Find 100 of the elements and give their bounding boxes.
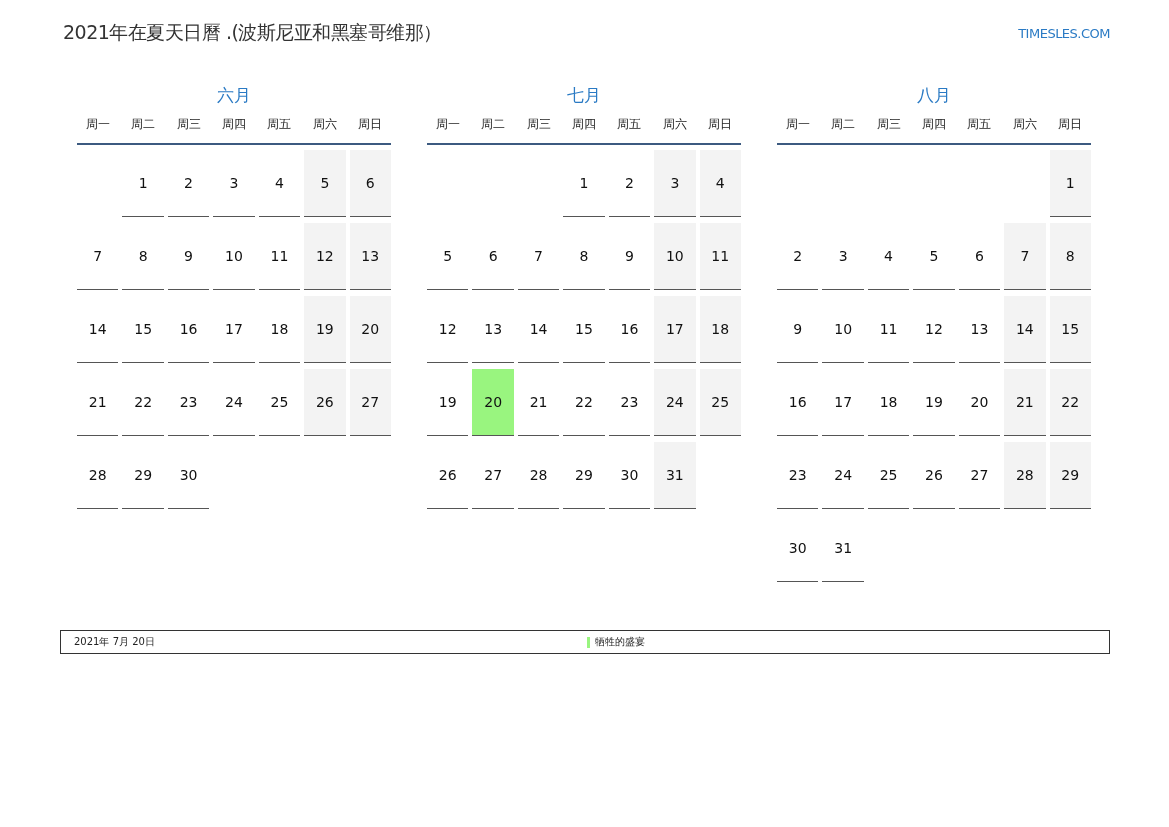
day-cell: 27 xyxy=(472,442,514,509)
weekday-label: 周五 xyxy=(616,115,643,133)
day-cell: 1 xyxy=(1049,150,1091,217)
day-cell: 7 xyxy=(77,223,119,290)
day-cell: 26 xyxy=(913,442,955,509)
day-cell: 16 xyxy=(777,369,819,436)
day-cell: 9 xyxy=(167,223,210,290)
day-cell: 4 xyxy=(258,150,301,217)
day-cell: 11 xyxy=(258,223,301,290)
day-cell: 14 xyxy=(77,296,119,363)
day-cell: 25 xyxy=(699,369,741,436)
day-cell: 5 xyxy=(304,150,346,217)
weekday-label: 周六 xyxy=(661,115,688,133)
day-cell: 28 xyxy=(77,442,119,509)
day-cell: 17 xyxy=(822,369,864,436)
day-cell: 28 xyxy=(517,442,560,509)
weekday-label: 周日 xyxy=(1057,115,1084,133)
day-cell: 6 xyxy=(958,223,1001,290)
day-cell: 8 xyxy=(122,223,164,290)
weekday-label: 周六 xyxy=(1011,115,1038,133)
day-cell: 16 xyxy=(608,296,651,363)
day-cell: 19 xyxy=(304,296,346,363)
day-cell: 5 xyxy=(913,223,955,290)
holiday-date: 2021年 7月 20日 xyxy=(74,635,156,649)
weekday-label: 周五 xyxy=(266,115,293,133)
page-title: 2021年在夏天日曆 .(波斯尼亚和黑塞哥维那） xyxy=(63,20,442,45)
day-cell: 6 xyxy=(472,223,514,290)
day-cell: 15 xyxy=(563,296,605,363)
day-cell: 9 xyxy=(777,296,819,363)
day-cell: 17 xyxy=(654,296,696,363)
day-cell: 30 xyxy=(777,515,819,582)
day-cell: 11 xyxy=(699,223,741,290)
day-cell: 2 xyxy=(608,150,651,217)
weekday-label: 周一 xyxy=(784,115,811,133)
day-cell: 24 xyxy=(822,442,864,509)
day-cell: 30 xyxy=(608,442,651,509)
day-cell: 4 xyxy=(867,223,910,290)
day-cell: 18 xyxy=(867,369,910,436)
day-cell: 18 xyxy=(699,296,741,363)
day-cell: 2 xyxy=(777,223,819,290)
day-cell: 21 xyxy=(517,369,560,436)
site-logo[interactable]: TIMESLES.COM xyxy=(1018,25,1110,41)
day-cell: 10 xyxy=(822,296,864,363)
day-cell: 9 xyxy=(608,223,651,290)
weekday-label: 周三 xyxy=(875,115,902,133)
day-cell: 5 xyxy=(427,223,469,290)
weekday-label: 周二 xyxy=(480,115,507,133)
day-cell: 24 xyxy=(213,369,255,436)
day-cell: 13 xyxy=(349,223,391,290)
day-cell: 2 xyxy=(167,150,210,217)
weekday-label: 周日 xyxy=(707,115,734,133)
day-cell: 7 xyxy=(517,223,560,290)
day-cell: 23 xyxy=(167,369,210,436)
month-title: 六月 xyxy=(216,84,252,107)
day-cell: 31 xyxy=(822,515,864,582)
month-title: 八月 xyxy=(916,84,952,107)
day-cell: 14 xyxy=(517,296,560,363)
weekday-label: 周一 xyxy=(84,115,111,133)
day-cell: 14 xyxy=(1004,296,1046,363)
day-cell: 22 xyxy=(563,369,605,436)
day-cell: 26 xyxy=(427,442,469,509)
day-cell: 12 xyxy=(913,296,955,363)
day-cell: 27 xyxy=(958,442,1001,509)
day-cell: 28 xyxy=(1004,442,1046,509)
weekday-label: 周五 xyxy=(966,115,993,133)
weekday-label: 周四 xyxy=(921,115,947,133)
day-cell: 25 xyxy=(867,442,910,509)
day-cell: 19 xyxy=(427,369,469,436)
day-cell: 20 xyxy=(349,296,391,363)
day-cell: 8 xyxy=(1049,223,1091,290)
day-cell: 3 xyxy=(213,150,255,217)
weekday-label: 周一 xyxy=(434,115,461,133)
weekday-label: 周三 xyxy=(175,115,202,133)
day-cell: 22 xyxy=(122,369,164,436)
day-cell: 10 xyxy=(654,223,696,290)
day-cell: 19 xyxy=(913,369,955,436)
day-cell: 17 xyxy=(213,296,255,363)
day-cell: 18 xyxy=(258,296,301,363)
day-cell: 30 xyxy=(167,442,210,509)
day-cell: 15 xyxy=(122,296,164,363)
day-cell: 21 xyxy=(1004,369,1046,436)
day-cell: 29 xyxy=(563,442,605,509)
day-cell: 24 xyxy=(654,369,696,436)
weekday-label: 周三 xyxy=(525,115,552,133)
day-cell: 8 xyxy=(563,223,605,290)
holiday-name: 牺牲的盛宴 xyxy=(595,635,645,649)
day-cell: 15 xyxy=(1049,296,1091,363)
day-cell: 11 xyxy=(867,296,910,363)
day-cell: 10 xyxy=(213,223,255,290)
day-cell: 29 xyxy=(122,442,164,509)
day-cell: 13 xyxy=(958,296,1001,363)
weekday-label: 周日 xyxy=(357,115,384,133)
day-cell: 25 xyxy=(258,369,301,436)
day-cell: 29 xyxy=(1049,442,1091,509)
day-cell: 23 xyxy=(777,442,819,509)
day-cell: 26 xyxy=(304,369,346,436)
day-cell: 6 xyxy=(349,150,391,217)
day-cell: 27 xyxy=(349,369,391,436)
day-cell: 4 xyxy=(699,150,741,217)
weekday-label: 周四 xyxy=(221,115,247,133)
